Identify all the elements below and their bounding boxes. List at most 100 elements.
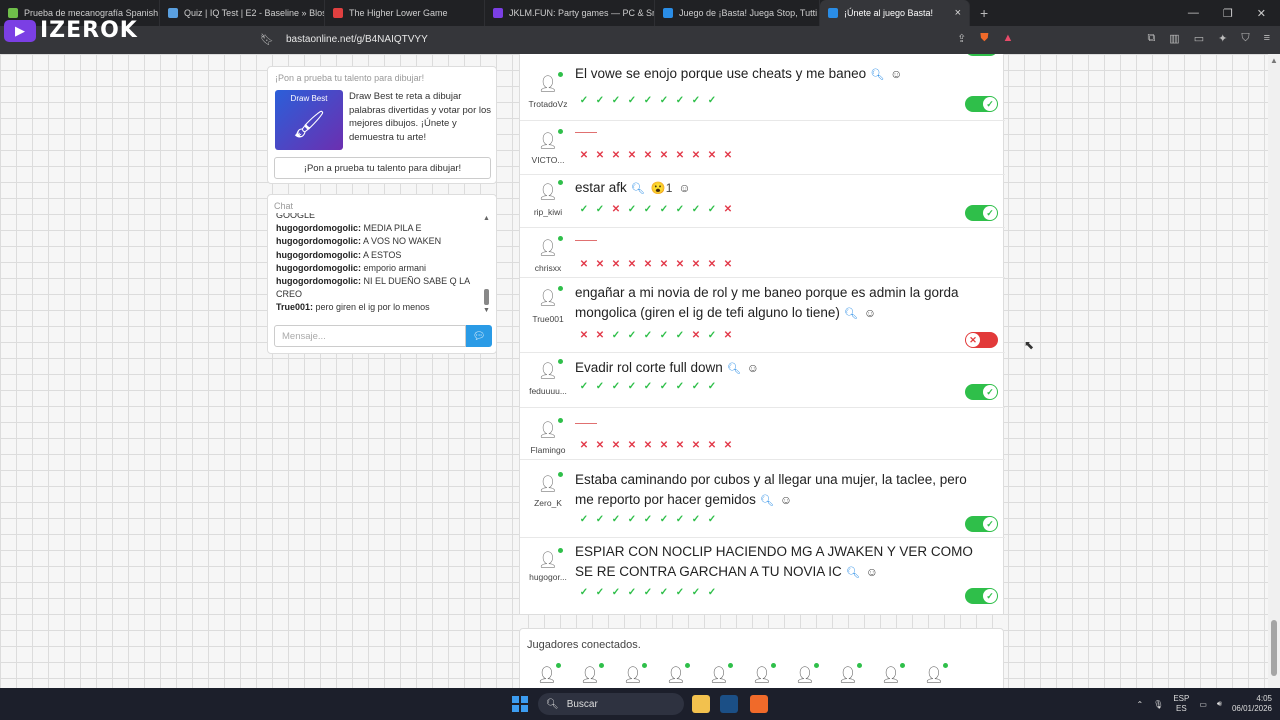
search-icon[interactable]: 🔍︎: [727, 363, 741, 375]
chat-messages[interactable]: GOOGLE hugogordomogolic: MEDIA PILA Ehug…: [276, 213, 481, 319]
vote-toggle[interactable]: ✓: [965, 96, 998, 112]
vote-check-icon: ✓: [675, 587, 685, 598]
send-message-button[interactable]: 💬︎: [466, 325, 492, 347]
promo-button[interactable]: ¡Pon a prueba tu talento para dibujar!: [274, 157, 491, 179]
vote-cross-icon: ✕: [579, 330, 589, 341]
answer-text-content: engañar a mi novia de rol y me baneo por…: [575, 285, 959, 320]
vote-toggle[interactable]: ✓: [965, 588, 998, 604]
answer-text: Estaba caminando por cubos y al llegar u…: [575, 470, 985, 511]
answer-row: 👤︎ VICTO... ✕ ✕ ✕ ✕ ✕ ✕ ✕ ✕ ✕ ✕: [520, 121, 1005, 175]
vote-cross-icon: ✕: [595, 440, 605, 451]
chat-message: hugogordomogolic: emporio armani: [276, 262, 481, 275]
connected-player-avatar-icon[interactable]: 👤︎: [579, 663, 604, 687]
chat-input[interactable]: Mensaje...: [274, 325, 466, 347]
close-window-icon[interactable]: ✕: [1257, 7, 1266, 20]
check-icon: ✓: [983, 206, 997, 220]
leo-icon[interactable]: ✦: [1218, 32, 1227, 45]
file-explorer-icon[interactable]: [692, 695, 710, 713]
volume-icon[interactable]: 🔊︎: [1217, 699, 1222, 709]
chevron-up-icon[interactable]: ⌃: [1136, 700, 1143, 709]
windows-start-icon[interactable]: [512, 696, 528, 712]
vote-toggle[interactable]: ✓: [965, 384, 998, 400]
vote-cross-icon: ✕: [627, 259, 637, 270]
rewards-icon[interactable]: ▲: [1003, 32, 1014, 45]
vote-cross-icon: ✕: [611, 204, 621, 215]
add-reaction-icon[interactable]: ☺: [780, 493, 792, 507]
player-avatar-icon: 👤︎: [537, 286, 563, 310]
scroll-up-icon[interactable]: ▲: [1270, 56, 1278, 65]
sidebar-icon[interactable]: ▥: [1169, 32, 1179, 45]
empty-answer-dash: [575, 423, 597, 424]
page-scroll-thumb[interactable]: [1271, 620, 1277, 676]
connected-player-avatar-icon[interactable]: 👤︎: [794, 663, 819, 687]
search-icon[interactable]: 🔍︎: [760, 495, 774, 507]
chat-scroll-thumb[interactable]: [484, 289, 489, 305]
clock[interactable]: 4:05 06/01/2026: [1232, 694, 1272, 714]
extensions-icon[interactable]: ⧉: [1147, 32, 1155, 45]
close-tab-icon[interactable]: ×: [955, 7, 961, 19]
chevron-up-icon[interactable]: ▲: [483, 215, 490, 222]
online-dot: [558, 72, 563, 77]
reaction-badge[interactable]: 😮1: [651, 181, 673, 195]
search-icon[interactable]: 🔍︎: [844, 308, 858, 320]
bookmark-icon[interactable]: 🔖︎: [260, 33, 274, 46]
browser-tab[interactable]: ¡Únete al juego Basta! ×: [820, 0, 970, 26]
vote-cross-icon: ✕: [643, 259, 653, 270]
page-scrollbar[interactable]: ▲: [1268, 54, 1280, 688]
connected-player-avatar-icon[interactable]: 👤︎: [665, 663, 690, 687]
language-indicator[interactable]: ESP ES: [1173, 694, 1189, 714]
steam-icon[interactable]: [720, 695, 738, 713]
browser-tab[interactable]: JKLM.FUN: Party games — PC & Sm: [485, 0, 655, 26]
vote-cross-icon: ✕: [627, 440, 637, 451]
brave-browser-icon[interactable]: [750, 695, 768, 713]
wallet-icon[interactable]: ▭: [1194, 32, 1204, 45]
vote-toggle[interactable]: ✓: [965, 516, 998, 532]
vote-check-icon: ✓: [659, 587, 669, 598]
connected-player-avatar-icon[interactable]: 👤︎: [622, 663, 647, 687]
browser-tab[interactable]: Juego de ¡Basta! Juega Stop, Tutti Fr: [655, 0, 820, 26]
clock-time: 4:05: [1256, 694, 1272, 703]
player-name: TrotadoVz: [528, 99, 568, 109]
menu-icon[interactable]: ≡: [1264, 32, 1270, 45]
browser-tab[interactable]: The Higher Lower Game: [325, 0, 485, 26]
url-field[interactable]: bastaonline.net/g/B4NAIQTVYY: [286, 34, 428, 45]
connected-player-avatar-icon[interactable]: 👤︎: [536, 663, 561, 687]
taskbar-search[interactable]: 🔍︎ Buscar: [538, 693, 684, 715]
minimize-icon[interactable]: —: [1188, 7, 1199, 19]
new-tab-button[interactable]: +: [980, 5, 988, 21]
vote-cross-icon: ✕: [611, 150, 621, 161]
chevron-down-icon[interactable]: ▼: [483, 307, 490, 314]
vote-toggle[interactable]: ✕: [965, 332, 998, 348]
search-icon[interactable]: 🔍︎: [631, 183, 645, 195]
add-reaction-icon[interactable]: ☺: [864, 306, 876, 320]
vpn-icon[interactable]: ⛉: [1241, 32, 1249, 45]
connected-player-avatar-icon[interactable]: 👤︎: [837, 663, 862, 687]
share-icon[interactable]: ⇪: [957, 32, 966, 45]
vote-toggle[interactable]: ✓: [965, 205, 998, 221]
brave-shield-icon[interactable]: ⛊: [980, 32, 988, 45]
microphone-icon[interactable]: 🎙︎: [1153, 700, 1163, 709]
player-avatar-icon: 👤︎: [537, 180, 563, 204]
chat-scrollbar[interactable]: ▲ ▼: [483, 215, 491, 315]
add-reaction-icon[interactable]: ☺: [890, 67, 902, 81]
player-name: chrisxx: [534, 263, 562, 273]
vote-check-icon: ✓: [659, 204, 669, 215]
promo-image[interactable]: Draw Best 🖌︎: [275, 90, 343, 150]
restore-icon[interactable]: ❐: [1223, 7, 1233, 20]
answers-panel: 👤︎ TrotadoVz El vowe se enojo porque use c…: [519, 54, 1005, 615]
search-icon[interactable]: 🔍︎: [846, 567, 860, 579]
online-dot: [556, 663, 561, 668]
connected-player-avatar-icon[interactable]: 👤︎: [751, 663, 776, 687]
lang-bottom: ES: [1176, 704, 1187, 713]
online-dot: [558, 548, 563, 553]
add-reaction-icon[interactable]: ☺: [747, 361, 759, 375]
network-icon[interactable]: ▭: [1199, 700, 1207, 709]
connected-player-avatar-icon[interactable]: 👤︎: [708, 663, 733, 687]
browser-tab[interactable]: Quiz | IQ Test | E2 - Baseline » Blosso: [160, 0, 325, 26]
add-reaction-icon[interactable]: ☺: [866, 565, 878, 579]
connected-player-avatar-icon[interactable]: 👤︎: [880, 663, 905, 687]
answer-text-content: ESPIAR CON NOCLIP HACIENDO MG A JWAKEN Y…: [575, 544, 973, 579]
search-icon[interactable]: 🔍︎: [870, 69, 884, 81]
connected-player-avatar-icon[interactable]: 👤︎: [923, 663, 948, 687]
add-reaction-icon[interactable]: ☺: [678, 181, 690, 195]
